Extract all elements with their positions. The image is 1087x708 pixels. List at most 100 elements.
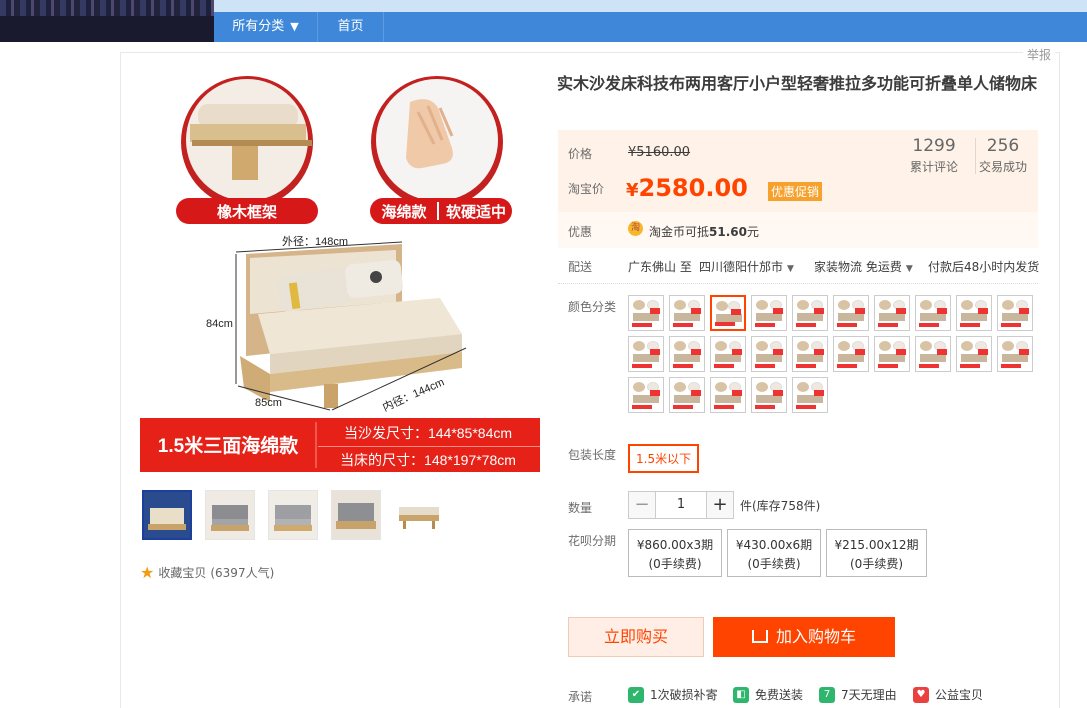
color-swatch[interactable] bbox=[751, 336, 787, 372]
reviews-label: 累计评论 bbox=[910, 160, 959, 174]
color-swatch[interactable] bbox=[997, 295, 1033, 331]
report-link[interactable]: 举报 bbox=[1022, 46, 1055, 63]
thumbnail-3[interactable] bbox=[268, 490, 318, 540]
promise-text: 7天无理由 bbox=[841, 688, 897, 702]
coupon-text: 淘金币可抵51.60元 bbox=[649, 223, 759, 240]
height-label: 84cm bbox=[206, 318, 233, 330]
promise-item-1[interactable]: ✔ 1次破损补寄 bbox=[628, 686, 718, 703]
increase-button[interactable]: + bbox=[706, 491, 734, 519]
color-swatch[interactable] bbox=[915, 295, 951, 331]
oak-frame-closeup bbox=[181, 76, 313, 208]
section-divider bbox=[558, 283, 1038, 284]
installment-option-1[interactable]: ¥860.00x3期 (0手续费) bbox=[628, 529, 722, 577]
package-option[interactable]: 1.5米以下 bbox=[628, 444, 700, 473]
color-swatch[interactable] bbox=[710, 295, 746, 331]
favorite-text: 收藏宝贝 bbox=[158, 566, 207, 580]
product-title: 实木沙发床科技布两用客厅小户型轻奢推拉多功能可折叠单人储物床 bbox=[557, 74, 1038, 93]
decrease-button[interactable]: − bbox=[628, 491, 656, 519]
stat-divider bbox=[975, 138, 976, 174]
thumbnail-1[interactable] bbox=[142, 490, 192, 540]
depth-label: 85cm bbox=[255, 397, 282, 409]
installment-fee: (0手续费) bbox=[648, 557, 702, 571]
color-label: 颜色分类 bbox=[568, 300, 617, 314]
color-swatch[interactable] bbox=[915, 336, 951, 372]
quantity-label: 数量 bbox=[568, 501, 593, 515]
installment-price: ¥430.00x6期 bbox=[735, 538, 813, 552]
color-swatch[interactable] bbox=[833, 295, 869, 331]
caret-down-icon: ▼ bbox=[905, 264, 913, 274]
star-icon: ★ bbox=[140, 563, 155, 582]
quantity-stepper: − 1 + 件(库存758件) bbox=[628, 491, 820, 519]
color-swatch[interactable] bbox=[710, 377, 746, 413]
installment-option-3[interactable]: ¥215.00x12期 (0手续费) bbox=[826, 529, 927, 577]
shipping-destination-select[interactable]: 四川德阳什邡市 ▼ bbox=[699, 258, 794, 275]
deals-stat: 256 交易成功 bbox=[979, 136, 1027, 175]
thumbnail-strip bbox=[142, 490, 444, 540]
buy-now-button[interactable]: 立即购买 bbox=[568, 617, 704, 657]
stock-text: 件(库存758件) bbox=[740, 498, 821, 513]
shipping-label: 配送 bbox=[568, 260, 593, 274]
nav-all-categories-label: 所有分类 bbox=[232, 19, 285, 34]
quantity-input[interactable]: 1 bbox=[656, 491, 706, 519]
color-swatch[interactable] bbox=[628, 336, 664, 372]
currency-symbol: ¥ bbox=[626, 180, 639, 201]
promise-label: 承诺 bbox=[568, 690, 593, 704]
shipping-to-word: 至 bbox=[679, 260, 692, 274]
nav-all-categories[interactable]: 所有分类 ▼ bbox=[214, 12, 318, 42]
color-swatch[interactable] bbox=[874, 295, 910, 331]
coupon-text-suffix: 元 bbox=[746, 225, 759, 239]
installment-option-2[interactable]: ¥430.00x6期 (0手续费) bbox=[727, 529, 821, 577]
color-swatch[interactable] bbox=[792, 336, 828, 372]
firmness-label: 软硬适中 bbox=[446, 203, 506, 221]
coupon-amount: 51.60 bbox=[709, 225, 747, 239]
thumbnail-4[interactable] bbox=[331, 490, 381, 540]
thumbnail-2[interactable] bbox=[205, 490, 255, 540]
add-to-cart-button[interactable]: 加入购物车 bbox=[713, 617, 895, 657]
promise-item-2[interactable]: ◧ 免费送装 bbox=[733, 686, 803, 703]
taobao-price-value: 2580.00 bbox=[638, 174, 748, 202]
color-swatches bbox=[628, 295, 1048, 413]
promise-item-4[interactable]: ♥ 公益宝贝 bbox=[913, 686, 983, 703]
caret-down-icon: ▼ bbox=[787, 264, 794, 274]
color-swatch[interactable] bbox=[669, 336, 705, 372]
main-product-image[interactable]: 橡木框架 海绵款 软硬适中 外径：148cm 84cm 85cm 内径：144c… bbox=[140, 72, 540, 472]
installment-label: 花呗分期 bbox=[568, 534, 617, 548]
color-swatch[interactable] bbox=[751, 377, 787, 413]
shipping-method: 家装物流 免运费 bbox=[814, 260, 902, 274]
cart-icon bbox=[751, 630, 768, 643]
color-swatch[interactable] bbox=[669, 377, 705, 413]
color-swatch[interactable] bbox=[792, 295, 828, 331]
sponge-label: 海绵款 bbox=[381, 203, 427, 221]
shield-check-icon: ✔ bbox=[628, 686, 644, 703]
color-swatch[interactable] bbox=[833, 336, 869, 372]
nav-home[interactable]: 首页 bbox=[318, 12, 384, 42]
taobao-coin-icon: 淘 bbox=[628, 221, 643, 236]
promise-text: 公益宝贝 bbox=[935, 688, 984, 702]
logo-banner bbox=[0, 0, 214, 42]
color-swatch[interactable] bbox=[792, 377, 828, 413]
product-image-svg: 橡木框架 海绵款 软硬适中 外径：148cm 84cm 85cm 内径：144c… bbox=[140, 76, 540, 472]
shipping-method-select[interactable]: 家装物流 免运费 ▼ bbox=[814, 258, 913, 275]
color-swatch[interactable] bbox=[956, 295, 992, 331]
color-swatch[interactable] bbox=[628, 377, 664, 413]
promise-item-3[interactable]: 7 7天无理由 bbox=[819, 686, 897, 703]
promo-badge[interactable]: 优惠促销 bbox=[768, 182, 823, 201]
color-swatch[interactable] bbox=[628, 295, 664, 331]
color-swatch[interactable] bbox=[669, 295, 705, 331]
reviews-stat[interactable]: 1299 累计评论 bbox=[910, 136, 958, 175]
installment-fee: (0手续费) bbox=[850, 557, 903, 571]
shipping-origin: 广东佛山 bbox=[628, 260, 677, 274]
thumbnail-5[interactable] bbox=[394, 490, 444, 540]
frame-label: 橡木框架 bbox=[217, 203, 277, 221]
color-swatch[interactable] bbox=[956, 336, 992, 372]
outer-diameter-label: 外径：148cm bbox=[282, 235, 348, 248]
color-swatch[interactable] bbox=[874, 336, 910, 372]
heart-icon: ♥ bbox=[913, 686, 929, 703]
favorite-link[interactable]: ★ 收藏宝贝 (6397人气) bbox=[140, 563, 274, 582]
color-swatch[interactable] bbox=[710, 336, 746, 372]
sofa-size-text: 当沙发尺寸：144*85*84cm bbox=[344, 425, 512, 441]
shipping-time: 付款后48小时内发货 bbox=[928, 260, 1040, 274]
color-swatch[interactable] bbox=[751, 295, 787, 331]
color-swatch[interactable] bbox=[997, 336, 1033, 372]
taobao-price-label: 淘宝价 bbox=[568, 182, 605, 196]
